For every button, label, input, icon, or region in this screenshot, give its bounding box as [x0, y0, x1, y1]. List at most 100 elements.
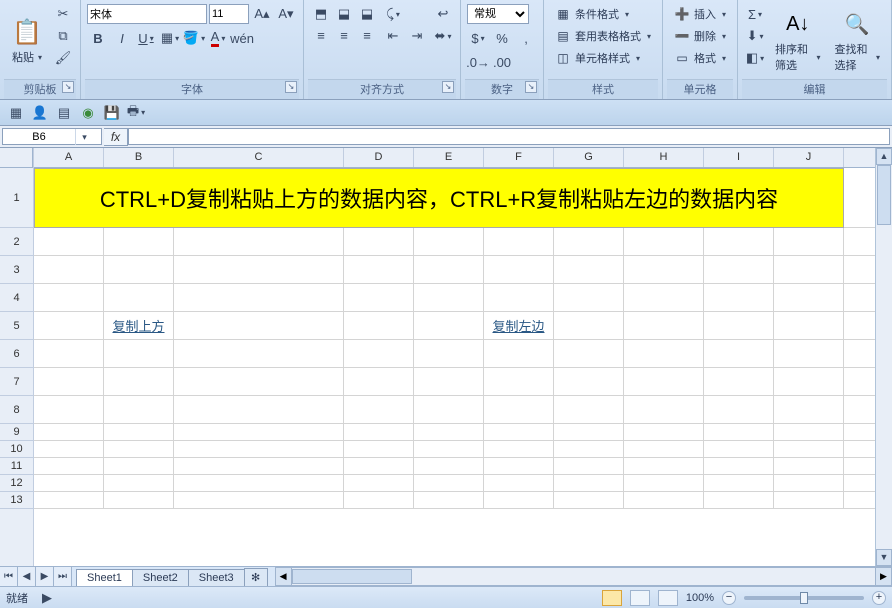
cell[interactable]	[704, 340, 774, 367]
sheet-tab[interactable]: Sheet1	[76, 569, 133, 586]
cell[interactable]	[774, 284, 844, 311]
border-button[interactable]: ▦	[159, 28, 181, 48]
cell[interactable]	[774, 368, 844, 395]
cell[interactable]	[704, 284, 774, 311]
horizontal-scrollbar[interactable]: ◀ ▶	[275, 567, 892, 586]
cell[interactable]	[774, 396, 844, 423]
row-header[interactable]: 2	[0, 228, 33, 256]
qat-print[interactable]: 🖶	[126, 104, 146, 122]
vertical-scrollbar[interactable]: ▲ ▼	[875, 148, 892, 566]
font-size-input[interactable]	[209, 4, 249, 24]
name-box[interactable]: ▾	[2, 128, 102, 145]
cell[interactable]	[624, 475, 704, 491]
scroll-down[interactable]: ▼	[876, 549, 892, 566]
dialog-launcher[interactable]: ↘	[62, 81, 74, 93]
row-header[interactable]: 12	[0, 475, 33, 492]
align-bottom[interactable]: ⬓	[356, 4, 378, 24]
column-header[interactable]: E	[414, 148, 484, 167]
row-header[interactable]: 9	[0, 424, 33, 441]
cell[interactable]	[34, 368, 104, 395]
cell[interactable]	[624, 492, 704, 508]
formula-input[interactable]	[128, 128, 890, 145]
scroll-thumb[interactable]	[292, 569, 412, 584]
cell[interactable]	[624, 284, 704, 311]
cell[interactable]	[344, 256, 414, 283]
cell[interactable]	[344, 424, 414, 440]
cell[interactable]	[484, 492, 554, 508]
column-header[interactable]: F	[484, 148, 554, 167]
cell[interactable]	[704, 424, 774, 440]
cell[interactable]	[624, 340, 704, 367]
cell[interactable]	[624, 441, 704, 457]
cell[interactable]	[414, 441, 484, 457]
cell[interactable]	[414, 368, 484, 395]
qat-btn-4[interactable]: ◉	[78, 104, 98, 122]
conditional-format-button[interactable]: ▦条件格式	[550, 4, 656, 24]
cell[interactable]	[344, 340, 414, 367]
row-header[interactable]: 13	[0, 492, 33, 509]
row-header[interactable]: 3	[0, 256, 33, 284]
cell[interactable]	[414, 312, 484, 339]
align-left[interactable]: ≡	[310, 25, 332, 45]
cell[interactable]	[554, 396, 624, 423]
align-right[interactable]: ≡	[356, 25, 378, 45]
cell[interactable]	[704, 458, 774, 474]
name-box-dropdown[interactable]: ▾	[75, 129, 93, 145]
column-header[interactable]: G	[554, 148, 624, 167]
cell[interactable]	[484, 284, 554, 311]
cell[interactable]	[624, 312, 704, 339]
cell[interactable]	[174, 475, 344, 491]
cell[interactable]	[624, 256, 704, 283]
view-page-break[interactable]	[658, 590, 678, 606]
cell[interactable]	[484, 424, 554, 440]
scroll-up[interactable]: ▲	[876, 148, 892, 165]
cell[interactable]	[774, 256, 844, 283]
insert-button[interactable]: ➕插入	[669, 4, 731, 24]
cell[interactable]	[344, 458, 414, 474]
format-button[interactable]: ▭格式	[669, 48, 731, 68]
wrap-text-button[interactable]: ↩	[432, 4, 454, 24]
cell[interactable]	[704, 396, 774, 423]
cell[interactable]	[104, 492, 174, 508]
cell[interactable]	[774, 492, 844, 508]
increase-font-button[interactable]: A▴	[251, 4, 273, 24]
cell[interactable]	[34, 475, 104, 491]
format-as-table-button[interactable]: ▤套用表格格式	[550, 26, 656, 46]
qat-btn-3[interactable]: ▤	[54, 104, 74, 122]
cell[interactable]	[774, 458, 844, 474]
cell[interactable]	[174, 492, 344, 508]
macro-record-icon[interactable]: ▶	[36, 588, 58, 608]
cell[interactable]	[414, 228, 484, 255]
cell[interactable]	[34, 492, 104, 508]
cell[interactable]	[104, 475, 174, 491]
cell[interactable]	[624, 228, 704, 255]
cell[interactable]	[484, 396, 554, 423]
cell[interactable]	[174, 228, 344, 255]
cell[interactable]	[704, 475, 774, 491]
cell[interactable]	[34, 284, 104, 311]
percent-button[interactable]: %	[491, 28, 513, 48]
underline-button[interactable]: U	[135, 28, 157, 48]
cell[interactable]	[174, 458, 344, 474]
column-header[interactable]: J	[774, 148, 844, 167]
scroll-thumb[interactable]	[877, 165, 891, 225]
cell[interactable]	[624, 458, 704, 474]
cell[interactable]	[704, 228, 774, 255]
increase-decimal[interactable]: .0→	[467, 52, 489, 72]
cell[interactable]	[104, 340, 174, 367]
qat-btn-2[interactable]: 👤	[30, 104, 50, 122]
cell[interactable]	[704, 256, 774, 283]
orientation-button[interactable]: ⤹	[382, 4, 404, 24]
cell[interactable]	[414, 458, 484, 474]
cell[interactable]	[484, 256, 554, 283]
cell[interactable]	[774, 312, 844, 339]
align-center[interactable]: ≡	[333, 25, 355, 45]
cell[interactable]	[774, 340, 844, 367]
currency-button[interactable]: $	[467, 28, 489, 48]
zoom-out[interactable]: −	[722, 591, 736, 605]
cell[interactable]	[774, 228, 844, 255]
cell[interactable]	[414, 256, 484, 283]
cell[interactable]	[34, 256, 104, 283]
tab-nav-prev[interactable]: ◀	[18, 567, 36, 586]
cell[interactable]	[484, 368, 554, 395]
